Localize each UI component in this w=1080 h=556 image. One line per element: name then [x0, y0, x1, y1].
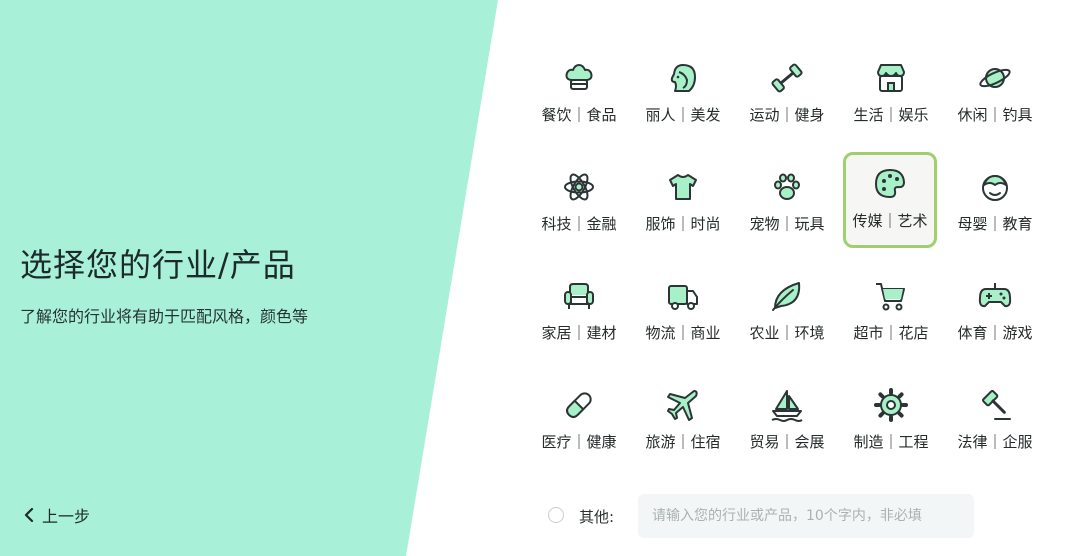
- industry-option-label: 体育｜游戏: [957, 324, 1033, 342]
- baby-face-icon: [977, 169, 1013, 205]
- shopping-cart-icon: [873, 278, 909, 314]
- industry-option-label: 运动｜健身: [749, 106, 825, 124]
- industry-option-label: 旅游｜住宿: [645, 433, 721, 451]
- truck-icon: [665, 278, 701, 314]
- storefront-icon: [873, 60, 909, 96]
- industry-option[interactable]: 农业｜环境: [740, 264, 834, 360]
- industry-option[interactable]: 传媒｜艺术: [843, 152, 937, 248]
- industry-option[interactable]: 母婴｜教育: [948, 155, 1042, 251]
- industry-option[interactable]: 运动｜健身: [740, 46, 834, 142]
- industry-option[interactable]: 旅游｜住宿: [636, 373, 730, 469]
- other-input[interactable]: [638, 494, 974, 538]
- palette-icon: [872, 166, 908, 202]
- industry-option-label: 法律｜企服: [957, 433, 1033, 451]
- planet-icon: [977, 60, 1013, 96]
- other-label: 其他:: [579, 508, 615, 526]
- industry-option-label: 餐饮｜食品: [541, 106, 617, 124]
- industry-option-label: 贸易｜会展: [749, 433, 825, 451]
- gavel-icon: [977, 387, 1013, 423]
- gear-icon: [873, 387, 909, 423]
- industry-option-label: 生活｜娱乐: [853, 106, 929, 124]
- paw-icon: [769, 169, 805, 205]
- industry-option-label: 农业｜环境: [749, 324, 825, 342]
- other-radio[interactable]: [548, 507, 564, 523]
- chevron-left-icon: [24, 508, 34, 522]
- industry-option-label: 服饰｜时尚: [645, 215, 721, 233]
- industry-option[interactable]: 服饰｜时尚: [636, 155, 730, 251]
- industry-option[interactable]: 贸易｜会展: [740, 373, 834, 469]
- industry-option-label: 母婴｜教育: [957, 215, 1033, 233]
- industry-option[interactable]: 宠物｜玩具: [740, 155, 834, 251]
- industry-option-label: 宠物｜玩具: [749, 215, 825, 233]
- tshirt-icon: [665, 169, 701, 205]
- page-subtitle: 了解您的行业将有助于匹配风格，颜色等: [20, 307, 309, 326]
- industry-option-label: 制造｜工程: [853, 433, 929, 451]
- industry-option[interactable]: 休闲｜钓具: [948, 46, 1042, 142]
- industry-option[interactable]: 家居｜建材: [532, 264, 626, 360]
- gamepad-icon: [977, 278, 1013, 314]
- dumbbell-icon: [769, 60, 805, 96]
- industry-option[interactable]: 法律｜企服: [948, 373, 1042, 469]
- industry-option[interactable]: 生活｜娱乐: [844, 46, 938, 142]
- back-button-label: 上一步: [42, 507, 91, 526]
- industry-option[interactable]: 体育｜游戏: [948, 264, 1042, 360]
- industry-option-label: 科技｜金融: [541, 215, 617, 233]
- atom-icon: [561, 169, 597, 205]
- pill-icon: [561, 387, 597, 423]
- airplane-icon: [665, 387, 701, 423]
- industry-option[interactable]: 科技｜金融: [532, 155, 626, 251]
- sailboat-icon: [769, 387, 805, 423]
- page-title: 选择您的行业/产品: [20, 246, 296, 284]
- industry-option[interactable]: 制造｜工程: [844, 373, 938, 469]
- chef-hat-icon: [561, 60, 597, 96]
- industry-option[interactable]: 丽人｜美发: [636, 46, 730, 142]
- industry-option[interactable]: 餐饮｜食品: [532, 46, 626, 142]
- woman-hair-icon: [665, 60, 701, 96]
- armchair-icon: [561, 278, 597, 314]
- industry-option-label: 医疗｜健康: [541, 433, 617, 451]
- industry-option[interactable]: 物流｜商业: [636, 264, 730, 360]
- industry-option-label: 丽人｜美发: [645, 106, 721, 124]
- industry-option-label: 家居｜建材: [541, 324, 617, 342]
- industry-option-label: 物流｜商业: [645, 324, 721, 342]
- industry-option-label: 休闲｜钓具: [957, 106, 1033, 124]
- industry-option[interactable]: 医疗｜健康: [532, 373, 626, 469]
- back-button[interactable]: 上一步: [24, 503, 90, 527]
- leaf-icon: [769, 278, 805, 314]
- industry-option-label: 传媒｜艺术: [852, 212, 928, 230]
- industry-option[interactable]: 超市｜花店: [844, 264, 938, 360]
- other-row: 其他:: [548, 494, 978, 538]
- industry-option-label: 超市｜花店: [853, 324, 929, 342]
